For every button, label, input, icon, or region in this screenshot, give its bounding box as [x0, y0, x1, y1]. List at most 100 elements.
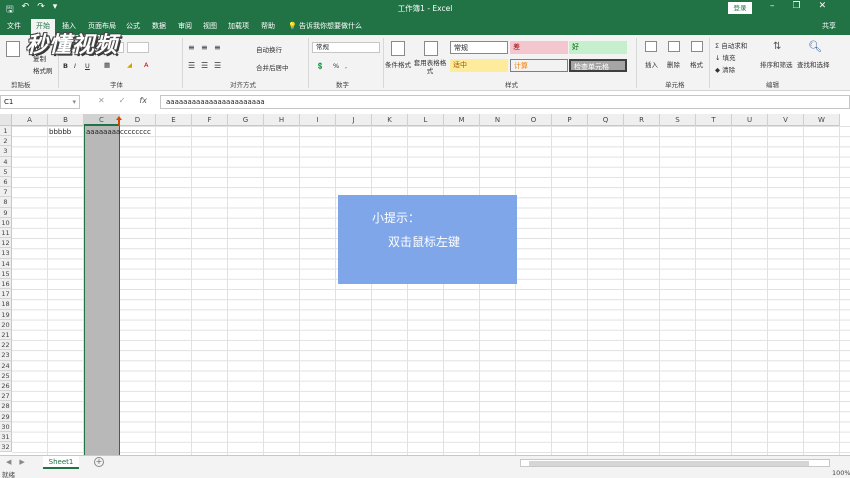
column-header-h[interactable]: H: [264, 114, 300, 126]
cell-b1[interactable]: bbbbb: [49, 127, 71, 137]
format-cells-button[interactable]: 格式: [690, 59, 703, 69]
row-header-25[interactable]: 25: [0, 370, 12, 381]
align-center-icon[interactable]: ☰: [201, 61, 208, 70]
style-neutral[interactable]: 适中: [450, 59, 508, 72]
format-as-table-button[interactable]: 套用表格格式: [413, 59, 447, 75]
column-header-s[interactable]: S: [660, 114, 696, 126]
scrollbar-thumb[interactable]: [529, 461, 809, 466]
find-select-button[interactable]: 查找和选择: [797, 59, 830, 69]
tab-review[interactable]: 审阅: [178, 21, 192, 31]
number-format-select[interactable]: 常规: [312, 42, 380, 53]
style-normal[interactable]: 常规: [450, 41, 508, 54]
row-header-12[interactable]: 12: [0, 238, 12, 249]
close-icon[interactable]: ✕: [819, 1, 827, 11]
paste-icon[interactable]: [6, 41, 20, 57]
row-header-7[interactable]: 7: [0, 187, 12, 198]
percent-button[interactable]: %: [333, 62, 339, 70]
next-sheet-icon[interactable]: ▶: [19, 458, 24, 466]
row-header-28[interactable]: 28: [0, 401, 12, 412]
row-header-31[interactable]: 31: [0, 432, 12, 443]
tab-formulas[interactable]: 公式: [126, 21, 140, 31]
column-header-t[interactable]: T: [696, 114, 732, 126]
tab-addins[interactable]: 加载项: [228, 21, 249, 31]
worksheet-grid[interactable]: ABCDEFGHIJKLMNOPQRSTUVW 1 2 3 4 5 6 7 8 9 10 11 12 1…: [0, 114, 850, 455]
login-button[interactable]: 登录: [728, 2, 752, 14]
column-header-k[interactable]: K: [372, 114, 408, 126]
delete-cells-icon[interactable]: [668, 41, 680, 52]
row-header-27[interactable]: 27: [0, 391, 12, 402]
column-header-b[interactable]: B: [48, 114, 84, 126]
row-header-2[interactable]: 2: [0, 136, 12, 147]
row-header-5[interactable]: 5: [0, 166, 12, 177]
row-header-4[interactable]: 4: [0, 156, 12, 167]
column-header-f[interactable]: F: [192, 114, 228, 126]
currency-icon[interactable]: 💲: [316, 62, 324, 70]
cell-c1[interactable]: aaaaaaaa: [86, 127, 120, 137]
row-header-16[interactable]: 16: [0, 279, 12, 290]
column-header-u[interactable]: U: [732, 114, 768, 126]
tab-data[interactable]: 数据: [152, 21, 166, 31]
format-cells-icon[interactable]: [691, 41, 703, 52]
tab-view[interactable]: 视图: [203, 21, 217, 31]
underline-button[interactable]: U: [85, 62, 90, 70]
row-header-20[interactable]: 20: [0, 319, 12, 330]
tell-me-search[interactable]: 💡 告诉我你想要做什么: [288, 21, 362, 31]
row-header-30[interactable]: 30: [0, 421, 12, 432]
italic-button[interactable]: I: [74, 62, 76, 70]
row-header-9[interactable]: 9: [0, 207, 12, 218]
font-color-icon[interactable]: A: [144, 61, 148, 69]
column-header-n[interactable]: N: [480, 114, 516, 126]
sort-filter-button[interactable]: 排序和筛选: [760, 59, 793, 69]
align-bottom-icon[interactable]: ≡: [214, 43, 221, 52]
font-size-select[interactable]: [127, 42, 149, 53]
insert-function-button[interactable]: fx: [139, 96, 147, 105]
comma-style-icon[interactable]: ,: [345, 62, 347, 70]
column-header-d[interactable]: D: [120, 114, 156, 126]
cell-d1[interactable]: cccccccc: [120, 127, 151, 137]
row-header-6[interactable]: 6: [0, 177, 12, 188]
find-select-icon[interactable]: 🔍︎: [808, 40, 822, 53]
row-header-24[interactable]: 24: [0, 360, 12, 371]
row-header-18[interactable]: 18: [0, 299, 12, 310]
row-header-32[interactable]: 32: [0, 442, 12, 453]
align-middle-icon[interactable]: ≡: [201, 43, 208, 52]
restore-icon[interactable]: ❐: [793, 1, 801, 11]
horizontal-scrollbar[interactable]: [520, 459, 830, 467]
format-painter-button[interactable]: 格式刷: [33, 65, 53, 75]
column-header-v[interactable]: V: [768, 114, 804, 126]
row-header-29[interactable]: 29: [0, 411, 12, 422]
align-right-icon[interactable]: ☰: [214, 61, 221, 70]
borders-icon[interactable]: ▦: [104, 61, 110, 69]
insert-cells-icon[interactable]: [645, 41, 657, 52]
fill-button[interactable]: ↓ 填充: [715, 52, 736, 62]
row-header-17[interactable]: 17: [0, 289, 12, 300]
delete-cells-button[interactable]: 删除: [667, 59, 680, 69]
row-header-26[interactable]: 26: [0, 381, 12, 392]
row-header-23[interactable]: 23: [0, 350, 12, 361]
row-header-19[interactable]: 19: [0, 309, 12, 320]
conditional-format-button[interactable]: 条件格式: [385, 59, 411, 69]
row-header-21[interactable]: 21: [0, 330, 12, 341]
style-calculation[interactable]: 计算: [510, 59, 568, 72]
row-header-15[interactable]: 15: [0, 268, 12, 279]
column-header-i[interactable]: I: [300, 114, 336, 126]
name-box[interactable]: C1 ▾: [0, 95, 80, 109]
column-header-w[interactable]: W: [804, 114, 840, 126]
column-header-e[interactable]: E: [156, 114, 192, 126]
sheet-tab[interactable]: Sheet1: [43, 456, 79, 469]
column-header-j[interactable]: J: [336, 114, 372, 126]
align-left-icon[interactable]: ☰: [188, 61, 195, 70]
align-top-icon[interactable]: ≡: [188, 43, 195, 52]
row-header-13[interactable]: 13: [0, 248, 12, 259]
prev-sheet-icon[interactable]: ◀: [6, 458, 11, 466]
fill-color-icon[interactable]: ◢: [127, 61, 132, 69]
insert-cells-button[interactable]: 插入: [645, 59, 658, 69]
add-sheet-icon[interactable]: +: [94, 457, 104, 467]
row-header-3[interactable]: 3: [0, 146, 12, 157]
share-button[interactable]: 共享: [822, 21, 836, 31]
name-box-dropdown-icon[interactable]: ▾: [72, 96, 76, 108]
select-all-corner[interactable]: [0, 114, 12, 126]
sort-filter-icon[interactable]: ⇅: [773, 41, 781, 52]
row-header-11[interactable]: 11: [0, 228, 12, 239]
column-header-m[interactable]: M: [444, 114, 480, 126]
